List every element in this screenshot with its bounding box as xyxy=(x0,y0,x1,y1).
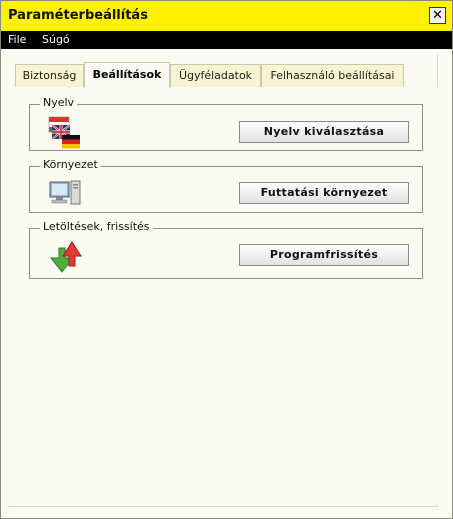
menu-help[interactable]: Súgó xyxy=(42,33,70,46)
runtime-environment-button-label: Futtatási környezet xyxy=(260,186,388,199)
tab-security-label: Biztonság xyxy=(22,69,77,82)
close-button[interactable]: ✕ xyxy=(429,7,446,24)
language-group-label: Nyelv xyxy=(40,96,78,109)
menu-file[interactable]: File xyxy=(8,33,26,46)
tab-user-settings[interactable]: Felhasználó beállításai xyxy=(261,64,404,87)
menu-bar: File Súgó xyxy=(1,31,452,49)
environment-group: Környezet Futtatási környezet xyxy=(29,158,423,213)
environment-group-label: Környezet xyxy=(40,158,101,171)
tab-customer-data[interactable]: Ügyféladatok xyxy=(170,64,261,87)
tab-user-settings-label: Felhasználó beállításai xyxy=(270,69,395,82)
tab-security[interactable]: Biztonság xyxy=(15,64,84,87)
updates-group-label: Letöltések, frissítés xyxy=(40,220,153,233)
window-title: Paraméterbeállítás xyxy=(8,8,148,23)
tab-customer-data-label: Ügyféladatok xyxy=(178,69,253,82)
program-update-button[interactable]: Programfrissítés xyxy=(239,244,409,266)
flags-icon xyxy=(48,116,80,149)
select-language-button-label: Nyelv kiválasztása xyxy=(263,125,385,138)
tab-settings-label: Beállítások xyxy=(92,68,162,81)
select-language-button[interactable]: Nyelv kiválasztása xyxy=(239,121,409,143)
tab-settings[interactable]: Beállítások xyxy=(84,62,170,88)
close-icon: ✕ xyxy=(432,8,443,23)
program-update-button-label: Programfrissítés xyxy=(269,248,379,261)
updates-group: Letöltések, frissítés Programfrissítés xyxy=(29,220,423,279)
language-group: Nyelv Nyelv kiválasztása xyxy=(29,96,423,151)
update-arrows-icon xyxy=(49,241,82,273)
runtime-environment-button[interactable]: Futtatási környezet xyxy=(239,182,409,204)
title-bar[interactable]: Paraméterbeállítás ✕ xyxy=(1,1,452,31)
computer-icon xyxy=(49,180,81,205)
